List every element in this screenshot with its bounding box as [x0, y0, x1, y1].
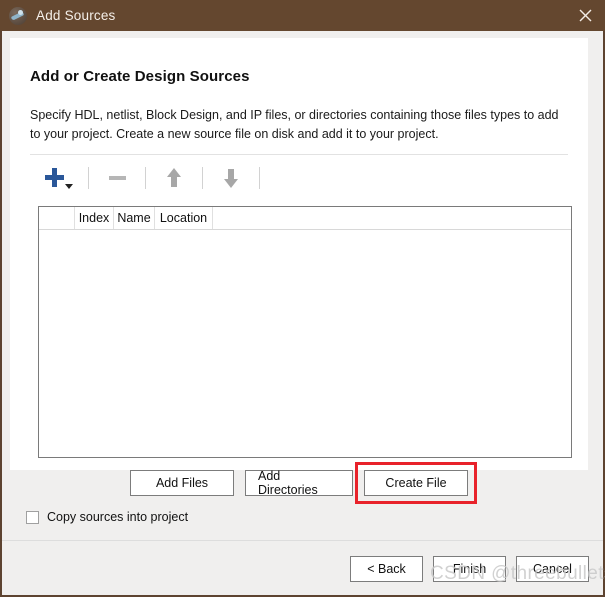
page-description: Specify HDL, netlist, Block Design, and …: [30, 108, 559, 141]
add-source-button[interactable]: [38, 162, 82, 194]
add-files-button[interactable]: Add Files: [130, 470, 234, 496]
back-button[interactable]: < Back: [350, 556, 423, 582]
finish-button[interactable]: Finish: [433, 556, 506, 582]
minus-icon: [108, 176, 126, 180]
column-header-name[interactable]: Name: [114, 207, 155, 229]
table-header-row: Index Name Location: [39, 207, 571, 230]
create-file-button[interactable]: Create File: [364, 470, 468, 496]
arrow-up-icon: [167, 168, 181, 188]
column-header-location[interactable]: Location: [155, 207, 213, 229]
plus-icon: [45, 168, 64, 187]
toolbar-separator-2: [145, 167, 146, 189]
toolbar-separator-1: [88, 167, 89, 189]
remove-source-button[interactable]: [95, 162, 139, 194]
add-sources-dialog: Add Sources Add or Create Design Sources…: [0, 0, 605, 597]
copy-sources-label: Copy sources into project: [47, 510, 189, 524]
source-action-buttons: Add Files Add Directories Create File: [10, 462, 588, 504]
create-file-button-wrapper: Create File: [355, 462, 477, 504]
column-header-select[interactable]: [39, 207, 75, 229]
cancel-button[interactable]: Cancel: [516, 556, 589, 582]
page-title: Add or Create Design Sources: [30, 68, 250, 85]
vivado-app-icon: [9, 6, 27, 25]
move-down-button[interactable]: [209, 162, 253, 194]
chevron-down-icon: [65, 184, 73, 189]
table-body-empty[interactable]: [39, 230, 571, 457]
sources-table[interactable]: Index Name Location: [38, 206, 572, 458]
close-icon: [579, 9, 591, 22]
plus-with-dropdown: [45, 166, 75, 190]
toolbar-separator-4: [259, 167, 260, 189]
dialog-footer: < Back Finish Cancel: [350, 556, 589, 582]
toolbar-divider: [30, 154, 568, 155]
content-panel: Add or Create Design Sources Specify HDL…: [10, 38, 588, 504]
add-directories-button[interactable]: Add Directories: [245, 469, 353, 497]
arrow-down-icon: [224, 168, 238, 188]
copy-sources-checkbox[interactable]: [26, 510, 39, 524]
copy-sources-row[interactable]: Copy sources into project: [26, 510, 188, 524]
footer-divider: [2, 540, 603, 541]
sources-toolbar: [38, 160, 266, 196]
title-bar: Add Sources: [0, 0, 605, 31]
column-header-index[interactable]: Index: [75, 207, 114, 229]
move-up-button[interactable]: [152, 162, 196, 194]
toolbar-separator-3: [202, 167, 203, 189]
close-button[interactable]: [565, 0, 605, 31]
column-header-filler: [213, 207, 571, 229]
window-title: Add Sources: [36, 8, 116, 23]
